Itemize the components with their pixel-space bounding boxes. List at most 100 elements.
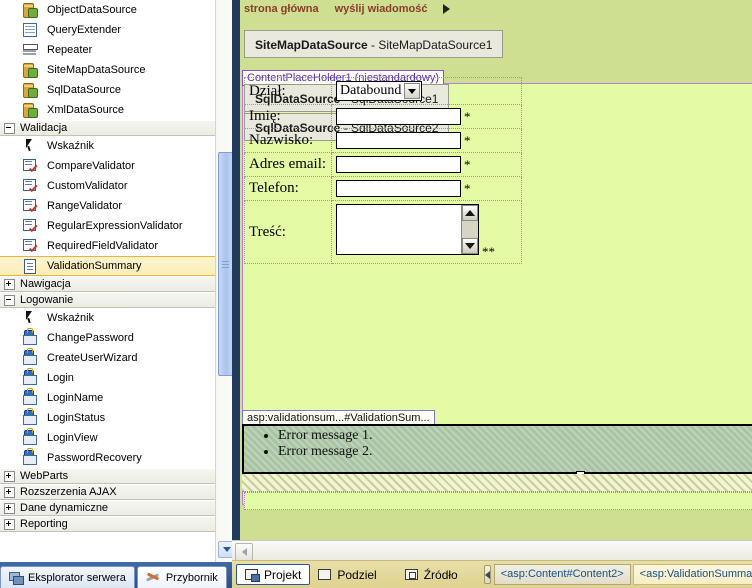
toolbox-group-header[interactable]: Walidacja (0, 120, 215, 136)
toolbox-item-loginview[interactable]: LoginView (0, 428, 215, 448)
expand-icon[interactable] (4, 518, 15, 530)
expand-icon[interactable] (4, 486, 15, 498)
site-nav-links: strona główna wyślij wiadomość (244, 0, 451, 18)
breadcrumb-scroll-left-button[interactable] (483, 565, 491, 584)
text-input[interactable] (336, 156, 461, 174)
expand-icon[interactable] (4, 502, 15, 514)
toolbox-group-label: WebParts (20, 470, 69, 482)
range-validator-icon (22, 198, 38, 214)
toolbox-item-createuserwizard[interactable]: CreateUserWizard (0, 348, 215, 368)
toolbox-item-changepassword[interactable]: ChangePassword (0, 328, 215, 348)
validation-summary-icon (22, 258, 38, 274)
toolbox-item-passwordrecovery[interactable]: PasswordRecovery (0, 448, 215, 468)
toolbox-item-sitemapdatasource[interactable]: SiteMapDataSource (0, 60, 215, 80)
scroll-down-button[interactable] (462, 238, 478, 255)
toolbox-item-validationsummary[interactable]: ValidationSummary (0, 256, 215, 276)
sitemap-datasource-control[interactable]: SiteMapDataSource - SiteMapDataSource1 (244, 30, 504, 58)
toolbox-group-header[interactable]: Logowanie (0, 292, 215, 308)
expand-icon[interactable] (4, 470, 15, 482)
toolbox-list: ObjectDataSource QueryExtender Repeater Sit… (0, 0, 215, 532)
breadcrumb-content2[interactable]: <asp:Content#Content2> (493, 564, 631, 585)
dock-tab-server-explorer[interactable]: Eksplorator serwera (0, 566, 135, 588)
xml-datasource-icon (22, 102, 38, 118)
form-control-cell: * (331, 128, 522, 154)
contact-form-table: Dział: Databound Imię: * Nazwisko: * Adres ema… (244, 77, 522, 265)
view-button-split[interactable]: Podziel (310, 564, 384, 585)
form-label: Nazwisko: (244, 128, 332, 154)
toolbox-item-rangevalidator[interactable]: RangeValidator (0, 196, 215, 216)
toolbox-item-repeater[interactable]: Repeater (0, 40, 215, 60)
toolbox-group-header[interactable]: Rozszerzenia AJAX (0, 484, 215, 500)
toolbox-group-header[interactable]: Nawigacja (0, 276, 215, 292)
message-textarea[interactable] (336, 204, 479, 256)
toolbox-scroll-down-button[interactable] (218, 541, 232, 558)
view-mode-bar: Projekt Podziel Źródło <asp:Content#Cont… (232, 560, 752, 588)
view-button-source[interactable]: Źródło (397, 564, 466, 585)
toolbox-item-sqldatasource[interactable]: SqlDataSource (0, 80, 215, 100)
toolbox-item-label: SiteMapDataSource (47, 64, 146, 76)
toolbox-item-queryextender[interactable]: QueryExtender (0, 20, 215, 40)
app-window: ObjectDataSource QueryExtender Repeater Sit… (0, 0, 752, 588)
toolbox-item-customvalidator[interactable]: CustomValidator (0, 176, 215, 196)
nav-link-home[interactable]: strona główna (244, 3, 319, 15)
web-form-designer-surface[interactable]: strona główna wyślij wiadomość SiteMapDa… (232, 0, 752, 540)
regex-validator-icon (22, 218, 38, 234)
toolbox-item-loginname[interactable]: LoginName (0, 388, 215, 408)
toolbox-item-label: RequiredFieldValidator (47, 240, 159, 252)
toolbox-item-label: LoginName (47, 392, 104, 404)
textarea-scrollbar[interactable] (461, 205, 478, 255)
toolbox-group-label: Rozszerzenia AJAX (20, 486, 117, 498)
change-password-icon (22, 328, 38, 346)
toolbox-item-wska-nik[interactable]: Wskaźnik (0, 308, 215, 328)
designer-left-gutter (232, 0, 240, 540)
toolbox-item-label: LoginView (47, 432, 98, 444)
toolbox-scrollbar-thumb[interactable] (218, 152, 232, 376)
toolbox-item-label: RegularExpressionValidator (47, 220, 183, 232)
validation-message: Error message 2. (278, 444, 752, 460)
expand-icon[interactable] (4, 278, 15, 290)
pointer-icon (22, 138, 38, 154)
toolbox-item-loginstatus[interactable]: LoginStatus (0, 408, 215, 428)
dock-tab-label: Przybornik (165, 571, 218, 584)
collapse-icon[interactable] (4, 294, 15, 306)
text-input[interactable] (336, 180, 461, 198)
form-row: Dział: Databound (244, 77, 522, 105)
query-extender-icon (22, 22, 38, 38)
breadcrumb-validation-summary[interactable]: <asp:ValidationSummary# (632, 564, 752, 585)
toolbox-item-regularexpressionvalidator[interactable]: RegularExpressionValidator (0, 216, 215, 236)
toolbox-item-wska-nik[interactable]: Wskaźnik (0, 136, 215, 156)
toolbox-item-objectdatasource[interactable]: ObjectDataSource (0, 0, 215, 20)
toolbox-group-header[interactable]: WebParts (0, 468, 215, 484)
collapse-icon[interactable] (4, 122, 15, 134)
form-row: Imię: * (244, 103, 522, 130)
designer-empty-row[interactable] (244, 492, 752, 510)
split-view-icon (318, 569, 332, 580)
required-marker: * (464, 156, 471, 172)
dock-tab-toolbox[interactable]: Przybornik (136, 566, 227, 588)
form-control-cell: Databound (331, 77, 522, 105)
view-button-design[interactable]: Projekt (236, 564, 311, 585)
view-button-label: Projekt (264, 567, 302, 582)
toolbox-group-header[interactable]: Dane dynamiczne (0, 500, 215, 516)
text-input[interactable] (336, 108, 461, 126)
object-datasource-icon (22, 2, 38, 18)
toolbox-item-label: QueryExtender (47, 24, 121, 36)
toolbox-group-header[interactable]: Reporting (0, 516, 215, 532)
toolbox-item-requiredfieldvalidator[interactable]: RequiredFieldValidator (0, 236, 215, 256)
toolbox-item-comparevalidator[interactable]: CompareValidator (0, 156, 215, 176)
scroll-left-button[interactable] (235, 543, 253, 561)
password-recovery-icon (22, 448, 38, 466)
toolbox-item-login[interactable]: Login (0, 368, 215, 388)
chevron-down-icon (222, 547, 231, 552)
toolbox-item-xmldatasource[interactable]: XmlDataSource (0, 100, 215, 120)
validation-summary-control[interactable]: Error message 1.Error message 2. (242, 424, 752, 474)
toolbox-scrollbar[interactable] (215, 0, 232, 562)
nav-link-send-message[interactable]: wyślij wiadomość (335, 3, 428, 15)
text-input[interactable] (336, 132, 461, 150)
scroll-up-button[interactable] (462, 205, 478, 222)
chevron-down-icon[interactable] (404, 83, 420, 99)
designer-horizontal-scroll-strip[interactable] (232, 540, 752, 561)
department-dropdown[interactable]: Databound (336, 81, 422, 101)
source-view-icon (404, 569, 418, 580)
form-control-cell: * (331, 176, 522, 202)
